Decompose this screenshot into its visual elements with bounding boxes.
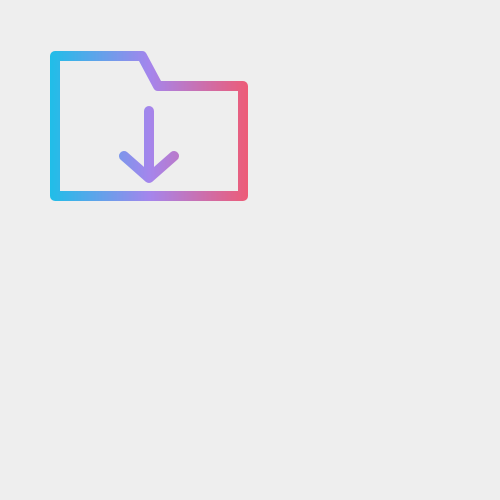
canvas [0, 0, 500, 500]
folder-download-icon [48, 48, 252, 204]
